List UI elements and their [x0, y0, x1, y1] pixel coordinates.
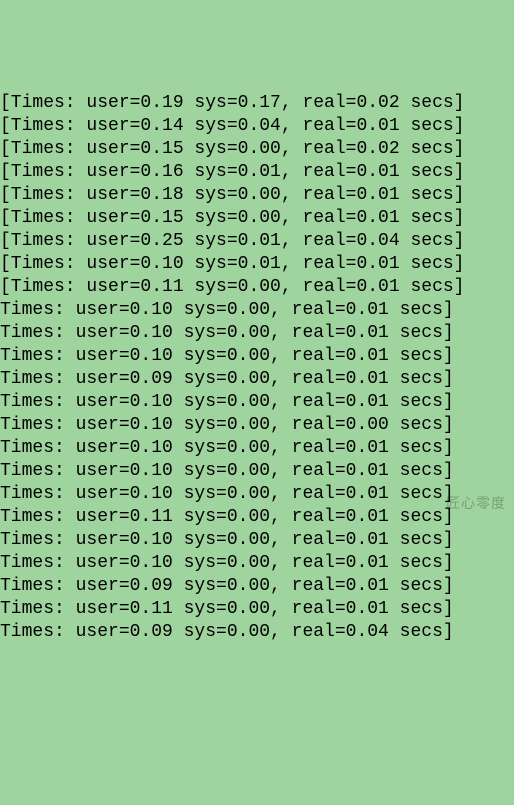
- log-line: [Times: user=0.19 sys=0.17, real=0.02 se…: [0, 92, 514, 115]
- log-line: Times: user=0.09 sys=0.00, real=0.01 sec…: [0, 575, 514, 598]
- log-line: [Times: user=0.15 sys=0.00, real=0.01 se…: [0, 207, 514, 230]
- log-line: Times: user=0.10 sys=0.00, real=0.01 sec…: [0, 529, 514, 552]
- log-line: Times: user=0.10 sys=0.00, real=0.01 sec…: [0, 345, 514, 368]
- log-line: Times: user=0.10 sys=0.00, real=0.01 sec…: [0, 299, 514, 322]
- log-line: Times: user=0.10 sys=0.00, real=0.01 sec…: [0, 460, 514, 483]
- gc-log-output: [Times: user=0.19 sys=0.17, real=0.02 se…: [0, 92, 514, 644]
- log-line: [Times: user=0.15 sys=0.00, real=0.02 se…: [0, 138, 514, 161]
- log-line: Times: user=0.11 sys=0.00, real=0.01 sec…: [0, 506, 514, 529]
- log-line: Times: user=0.10 sys=0.00, real=0.01 sec…: [0, 437, 514, 460]
- log-line: [Times: user=0.14 sys=0.04, real=0.01 se…: [0, 115, 514, 138]
- log-line: [Times: user=0.18 sys=0.00, real=0.01 se…: [0, 184, 514, 207]
- log-line: Times: user=0.10 sys=0.00, real=0.01 sec…: [0, 391, 514, 414]
- log-line: Times: user=0.11 sys=0.00, real=0.01 sec…: [0, 598, 514, 621]
- log-line: Times: user=0.09 sys=0.00, real=0.04 sec…: [0, 621, 514, 644]
- log-line: Times: user=0.10 sys=0.00, real=0.01 sec…: [0, 552, 514, 575]
- log-line: [Times: user=0.25 sys=0.01, real=0.04 se…: [0, 230, 514, 253]
- log-line: [Times: user=0.11 sys=0.00, real=0.01 se…: [0, 276, 514, 299]
- log-line: [Times: user=0.16 sys=0.01, real=0.01 se…: [0, 161, 514, 184]
- log-line: Times: user=0.10 sys=0.00, real=0.01 sec…: [0, 483, 514, 506]
- log-line: [Times: user=0.10 sys=0.01, real=0.01 se…: [0, 253, 514, 276]
- log-line: Times: user=0.10 sys=0.00, real=0.00 sec…: [0, 414, 514, 437]
- log-line: Times: user=0.10 sys=0.00, real=0.01 sec…: [0, 322, 514, 345]
- log-line: Times: user=0.09 sys=0.00, real=0.01 sec…: [0, 368, 514, 391]
